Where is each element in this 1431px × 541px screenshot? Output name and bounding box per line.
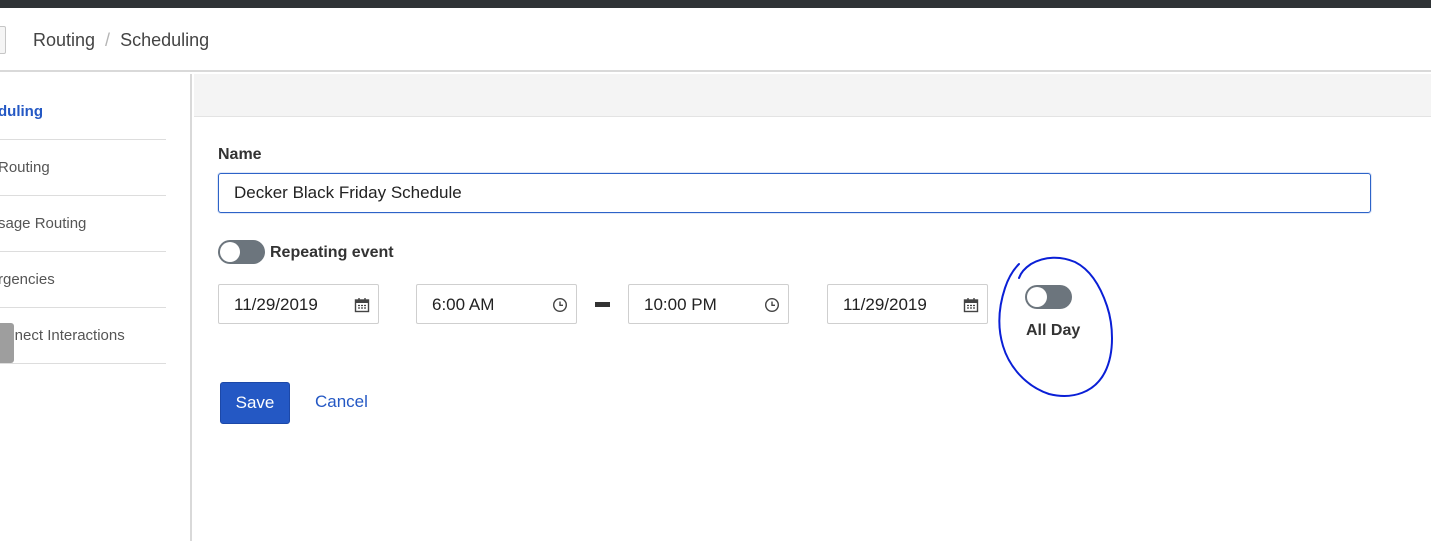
- cancel-button[interactable]: Cancel: [315, 392, 368, 412]
- start-time-value: 6:00 AM: [432, 295, 495, 314]
- sidebar-item-label: duling: [0, 103, 43, 120]
- content-toolbar: [194, 74, 1431, 117]
- sidebar-item-label: Routing: [0, 159, 50, 176]
- end-time-value: 10:00 PM: [644, 295, 717, 314]
- sidebar-item-label: sage Routing: [0, 215, 87, 232]
- repeating-event-toggle[interactable]: [218, 240, 265, 264]
- sidebar-item-emergencies[interactable]: rgencies: [0, 252, 166, 308]
- calendar-icon[interactable]: [354, 297, 370, 313]
- calendar-icon[interactable]: [963, 297, 979, 313]
- sidebar-item-label: rgencies: [0, 271, 55, 288]
- sidebar-item-scheduling[interactable]: duling: [0, 84, 166, 140]
- hand-drawn-circle-annotation: [998, 256, 1113, 397]
- page-header: Routing / Scheduling: [0, 8, 1431, 72]
- toggle-knob: [220, 242, 240, 262]
- name-input[interactable]: [218, 173, 1371, 213]
- top-bar: [0, 0, 1431, 8]
- clock-icon[interactable]: [552, 297, 568, 313]
- repeating-event-label: Repeating event: [270, 244, 394, 261]
- end-date-field[interactable]: 11/29/2019: [827, 284, 988, 324]
- save-button[interactable]: Save: [220, 382, 290, 424]
- end-time-field[interactable]: 10:00 PM: [628, 284, 789, 324]
- start-date-value: 11/29/2019: [234, 295, 318, 314]
- sidebar: duling Routing sage Routing rgencies onn…: [0, 74, 192, 541]
- sidebar-item-routing[interactable]: Routing: [0, 140, 166, 196]
- breadcrumb-separator: /: [105, 30, 111, 50]
- breadcrumb-scheduling: Scheduling: [120, 30, 210, 50]
- nav-toggle-button[interactable]: [0, 26, 6, 54]
- time-range-dash: [595, 302, 610, 307]
- name-label: Name: [218, 146, 262, 163]
- start-date-field[interactable]: 11/29/2019: [218, 284, 379, 324]
- sidebar-item-label: onnect Interactions: [0, 327, 125, 344]
- end-date-value: 11/29/2019: [843, 295, 927, 314]
- sidebar-item-connect-interactions[interactable]: onnect Interactions: [0, 308, 166, 364]
- sidebar-item-message-routing[interactable]: sage Routing: [0, 196, 166, 252]
- breadcrumb-routing[interactable]: Routing: [33, 30, 95, 51]
- start-time-field[interactable]: 6:00 AM: [416, 284, 577, 324]
- clock-icon[interactable]: [764, 297, 780, 313]
- breadcrumb: Routing / Scheduling: [33, 30, 209, 51]
- drag-handle[interactable]: [0, 323, 14, 363]
